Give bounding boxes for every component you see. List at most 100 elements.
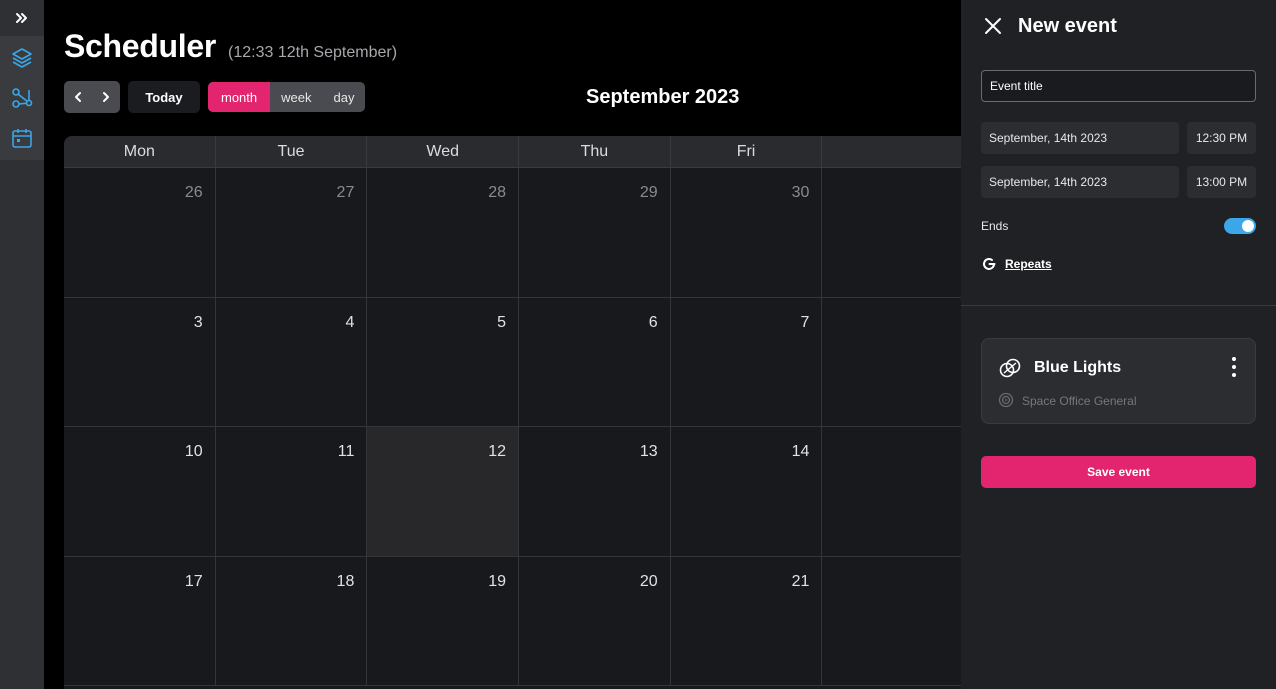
day-number: 14	[791, 443, 810, 461]
prev-next-group	[64, 81, 120, 113]
day-cell[interactable]: 13	[519, 427, 671, 556]
day-cell[interactable]: 20	[519, 556, 671, 686]
more-options-button[interactable]	[1231, 357, 1237, 377]
day-number: 19	[488, 572, 507, 590]
save-event-button[interactable]: Save event	[981, 456, 1256, 488]
day-number: 13	[639, 443, 658, 461]
day-cell[interactable]: 14	[671, 427, 823, 556]
linked-circles-icon	[999, 358, 1021, 378]
day-cell[interactable]: 11	[216, 427, 368, 556]
double-chevron-right-icon	[16, 13, 27, 23]
day-cell-today[interactable]: 12	[367, 427, 520, 556]
day-cell[interactable]: 6	[519, 297, 671, 427]
close-button[interactable]	[981, 14, 1005, 38]
start-date-field[interactable]: September, 14th 2023	[981, 122, 1179, 154]
weekday-label: Wed	[367, 136, 520, 167]
chevron-left-icon	[75, 92, 81, 102]
event-title-input[interactable]	[981, 70, 1256, 102]
layers-icon	[12, 48, 32, 68]
day-cell[interactable]: 30	[671, 168, 823, 297]
day-cell[interactable]: 7	[671, 297, 823, 427]
day-number: 3	[193, 313, 203, 331]
day-number: 11	[337, 443, 355, 461]
side-rail	[0, 0, 44, 689]
calendar-icon	[12, 129, 32, 148]
day-cell[interactable]: 3	[64, 297, 216, 427]
rail-item-nodes[interactable]	[0, 78, 44, 118]
calendar-toolbar: Today month week day	[64, 81, 366, 113]
day-cell[interactable]	[822, 557, 961, 686]
day-cell[interactable]: 28	[367, 168, 520, 297]
end-datetime-row: September, 14th 2023 13:00 PM	[981, 166, 1256, 198]
new-event-panel: New event September, 14th 2023 12:30 PM …	[961, 0, 1276, 689]
next-button[interactable]	[92, 81, 120, 113]
day-number: 12	[488, 443, 507, 461]
view-week-button[interactable]: week	[270, 82, 322, 112]
day-cell[interactable]	[822, 298, 961, 427]
rail-item-calendar[interactable]	[0, 118, 44, 158]
day-cell[interactable]: 27	[216, 168, 368, 297]
kebab-dot-icon	[1232, 357, 1236, 361]
panel-title: New event	[1018, 14, 1117, 37]
end-time-field[interactable]: 13:00 PM	[1187, 166, 1256, 198]
repeats-link[interactable]: Repeats	[1005, 257, 1052, 271]
weekday-label: Mon	[64, 136, 216, 167]
day-number: 4	[345, 313, 355, 331]
main-area: Scheduler (12:33 12th September) Today m…	[44, 0, 961, 689]
day-cell[interactable]	[822, 427, 961, 556]
repeat-icon	[983, 258, 996, 270]
device-name: Blue Lights	[1034, 359, 1122, 376]
day-number: 7	[800, 313, 810, 331]
view-day-button[interactable]: day	[323, 82, 366, 112]
expand-sidebar-button[interactable]	[0, 0, 44, 36]
day-cell[interactable]: 18	[216, 556, 368, 686]
day-number: 17	[184, 572, 203, 590]
device-card[interactable]: Blue Lights Space Office General	[981, 338, 1256, 424]
weekday-label: Thu	[519, 136, 671, 167]
weekday-label: Fri	[671, 136, 823, 167]
today-button[interactable]: Today	[128, 81, 200, 113]
day-cell[interactable]: 17	[64, 556, 216, 686]
page-title: Scheduler	[64, 28, 217, 64]
day-cell[interactable]: 19	[367, 556, 520, 686]
ends-row: Ends	[981, 218, 1256, 234]
day-cell[interactable]: 10	[64, 427, 216, 556]
weekday-label: Tue	[216, 136, 368, 167]
day-number: 26	[184, 184, 203, 201]
panel-header: New event	[981, 14, 1117, 38]
prev-button[interactable]	[64, 81, 92, 113]
day-number: 27	[336, 184, 355, 201]
end-date-field[interactable]: September, 14th 2023	[981, 166, 1179, 198]
chevron-right-icon	[103, 92, 109, 102]
day-cell[interactable]: 5	[367, 297, 520, 427]
day-number: 18	[336, 572, 355, 590]
day-number: 6	[648, 313, 658, 331]
divider	[961, 305, 1276, 306]
day-number: 29	[639, 184, 658, 201]
week-row: 26 27 28 29 30	[64, 168, 961, 298]
day-cell[interactable]: 29	[519, 168, 671, 297]
calendar-grid: 26 27 28 29 30 3 4 5 6 7 10 11 12 13 14	[64, 168, 961, 687]
day-cell[interactable]: 4	[216, 297, 368, 427]
month-calendar: Mon Tue Wed Thu Fri 26 27 28 29 30 3 4 5…	[64, 136, 961, 689]
weekday-header: Mon Tue Wed Thu Fri	[64, 136, 961, 168]
day-number: 28	[488, 184, 507, 201]
space-icon	[998, 392, 1014, 408]
day-number: 30	[791, 184, 810, 201]
current-month-title: September 2023	[586, 86, 740, 108]
close-icon	[985, 18, 1001, 34]
view-month-button[interactable]: month	[208, 82, 271, 112]
week-row: 3 4 5 6 7	[64, 297, 961, 428]
day-cell[interactable]: 26	[64, 168, 216, 297]
day-cell[interactable]	[822, 168, 961, 297]
rail-item-layers[interactable]	[0, 38, 44, 78]
repeats-row: Repeats	[981, 256, 1052, 272]
title-row: Scheduler (12:33 12th September)	[64, 28, 397, 65]
start-time-field[interactable]: 12:30 PM	[1187, 122, 1256, 154]
kebab-dot-icon	[1232, 365, 1236, 369]
ends-toggle[interactable]	[1224, 218, 1256, 234]
day-cell[interactable]: 21	[671, 556, 823, 686]
page-subtitle: (12:33 12th September)	[228, 44, 398, 61]
day-number: 5	[497, 313, 507, 331]
weekday-label	[822, 136, 961, 167]
